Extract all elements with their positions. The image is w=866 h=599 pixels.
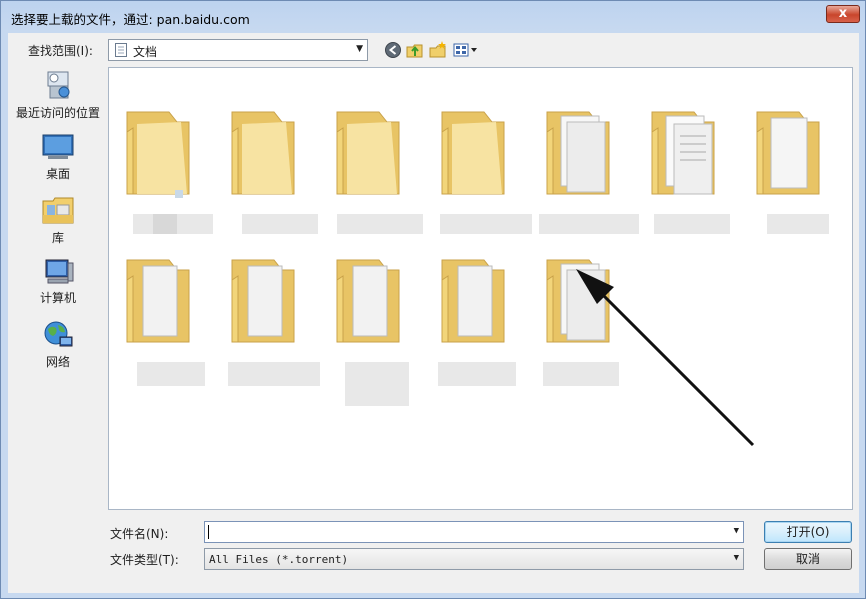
place-recent[interactable]: 最近访问的位置 — [8, 70, 108, 121]
folder-item[interactable] — [329, 102, 429, 242]
chevron-down-icon[interactable]: ▼ — [734, 526, 739, 536]
obscured-filename — [654, 214, 730, 234]
filename-input[interactable]: ▼ — [204, 521, 744, 543]
place-label: 最近访问的位置 — [15, 106, 100, 120]
folder-item[interactable] — [119, 250, 219, 390]
folder-with-documents-icon — [651, 111, 715, 195]
folder-with-documents-icon — [546, 259, 610, 343]
obscured-filename — [337, 214, 423, 234]
obscured-filename — [543, 362, 619, 386]
folder-item[interactable] — [539, 102, 639, 242]
title-bar[interactable]: 选择要上载的文件，通过: pan.baidu.com x — [1, 1, 865, 33]
folder-icon — [231, 111, 295, 195]
folder-icon — [441, 111, 505, 195]
folder-icon — [441, 259, 505, 343]
libraries-icon — [42, 197, 74, 224]
place-libraries[interactable]: 库 — [8, 195, 108, 246]
folder-icon — [231, 259, 295, 343]
up-folder-icon[interactable] — [405, 40, 425, 60]
network-icon — [44, 321, 73, 347]
filetype-select[interactable]: All Files (*.torrent) ▼ — [204, 548, 744, 570]
place-label: 桌面 — [45, 167, 70, 181]
folder-item[interactable] — [749, 102, 849, 242]
window-title: 选择要上载的文件，通过: pan.baidu.com — [11, 12, 250, 27]
obscured-filename — [228, 362, 320, 386]
obscured-filename — [137, 362, 205, 386]
filename-label: 文件名(N): — [110, 527, 169, 541]
folder-icon — [336, 259, 400, 343]
obscured-filename — [539, 214, 639, 234]
place-computer[interactable]: 计算机 — [8, 257, 108, 306]
close-button[interactable]: x — [826, 5, 860, 23]
folder-item[interactable] — [434, 250, 534, 390]
obscured-filename — [242, 214, 318, 234]
text-caret — [208, 525, 209, 539]
dialog-body: 查找范围(I): 文档 ▼ 最近访问的位置 桌面 库 计算机 网络 文件名(N)… — [8, 33, 859, 593]
current-folder-name: 文档 — [133, 45, 158, 59]
folder-item[interactable] — [224, 102, 324, 242]
place-label: 计算机 — [39, 291, 76, 305]
recent-places-icon — [47, 71, 70, 99]
folder-icon — [756, 111, 820, 195]
place-label: 网络 — [45, 355, 70, 369]
back-icon[interactable] — [383, 40, 403, 60]
folder-icon — [126, 111, 190, 198]
look-in-combobox[interactable]: 文档 ▼ — [108, 39, 368, 61]
chevron-down-icon[interactable]: ▼ — [356, 44, 363, 54]
folder-item[interactable] — [434, 102, 534, 242]
filetype-value: All Files (*.torrent) — [209, 553, 349, 566]
folder-icon — [126, 259, 190, 343]
places-bar: 最近访问的位置 桌面 库 计算机 网络 — [8, 67, 108, 507]
look-in-label: 查找范围(I): — [28, 44, 93, 58]
folder-item[interactable] — [119, 102, 219, 242]
folder-with-documents-icon — [546, 111, 610, 195]
chevron-down-icon[interactable]: ▼ — [734, 553, 739, 563]
file-open-dialog: 选择要上载的文件，通过: pan.baidu.com x 查找范围(I): 文档… — [0, 0, 866, 599]
desktop-icon — [42, 134, 74, 159]
folder-item[interactable] — [539, 250, 639, 390]
place-label: 库 — [51, 231, 64, 245]
filetype-label: 文件类型(T): — [110, 553, 179, 567]
view-menu-icon[interactable] — [452, 40, 480, 60]
folder-item[interactable] — [329, 250, 429, 406]
obscured-filename — [438, 362, 516, 386]
obscured-filename — [440, 214, 532, 234]
place-network[interactable]: 网络 — [8, 319, 108, 370]
obscured-filename — [153, 214, 177, 234]
folder-item[interactable] — [224, 250, 324, 390]
obscured-filename — [767, 214, 829, 234]
document-icon — [115, 43, 127, 57]
obscured-filename — [345, 362, 409, 406]
place-desktop[interactable]: 桌面 — [8, 133, 108, 182]
open-button[interactable]: 打开(O) — [764, 521, 852, 543]
file-list[interactable] — [108, 67, 853, 510]
cancel-button[interactable]: 取消 — [764, 548, 852, 570]
computer-icon — [45, 259, 74, 284]
folder-icon — [336, 111, 400, 195]
new-folder-icon[interactable] — [428, 40, 448, 60]
folder-item[interactable] — [644, 102, 744, 242]
